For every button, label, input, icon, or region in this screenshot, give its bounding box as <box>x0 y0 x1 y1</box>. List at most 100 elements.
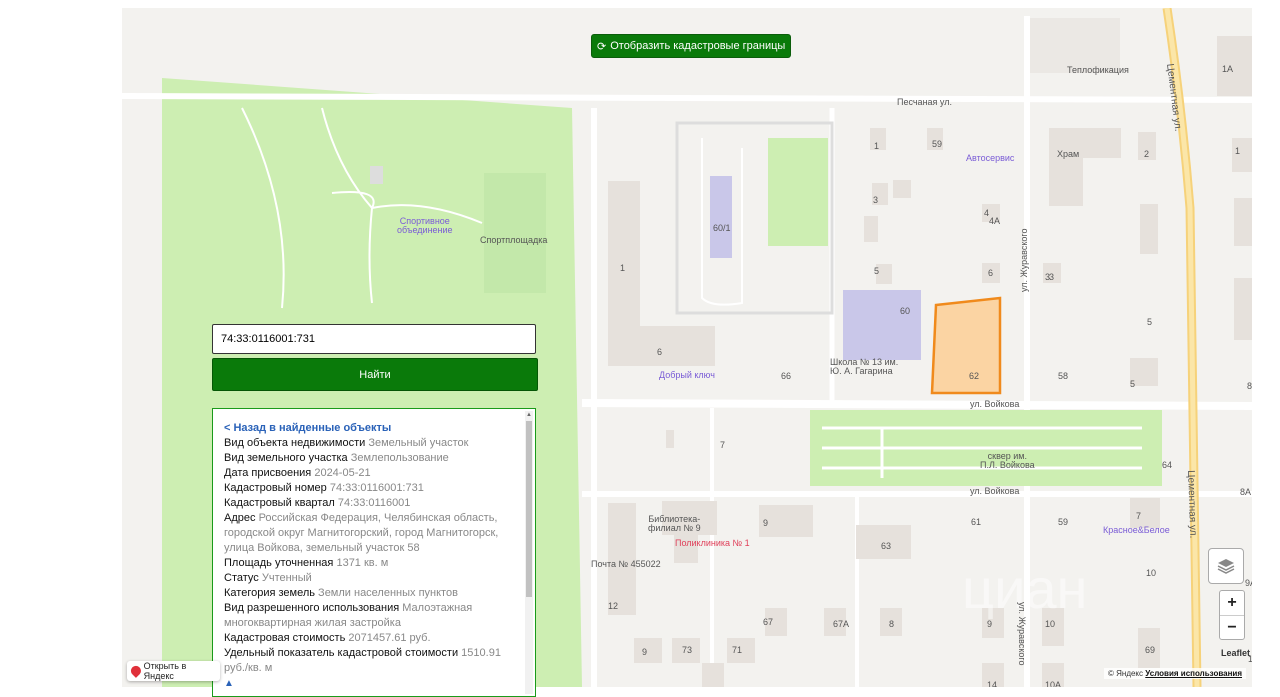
house-number: 60/1 <box>713 223 731 233</box>
cadastral-search-input[interactable] <box>212 324 536 354</box>
house-number: 12 <box>608 601 619 611</box>
detail-value: Российская Федерация, Челябинская област… <box>224 512 499 554</box>
zoom-out-button[interactable]: − <box>1220 615 1244 640</box>
detail-key: Вид земельного участка <box>224 452 348 464</box>
detail-value: Земли населенных пунктов <box>318 587 458 599</box>
house-number: 8A <box>1240 487 1252 497</box>
scroll-up-icon[interactable]: ▲ <box>525 411 533 419</box>
zoom-control: + − <box>1219 590 1245 640</box>
detail-key: Кадастровая стоимость <box>224 632 346 644</box>
house-number: 59 <box>1058 517 1069 527</box>
detail-key: Адрес <box>224 512 256 524</box>
detail-value: 1371 кв. м <box>336 557 389 569</box>
layers-icon <box>1217 559 1235 574</box>
house-number: 5 <box>1147 317 1153 327</box>
details-list: Вид объекта недвижимости Земельный участ… <box>224 436 516 676</box>
poi-shop-label[interactable]: Красное&Белое <box>1103 525 1170 535</box>
open-in-yandex-label: Открыть в Яндекс <box>143 661 187 681</box>
detail-key: Категория земель <box>224 587 315 599</box>
house-number: 63 <box>881 541 892 551</box>
detail-value: Учтенный <box>261 572 312 584</box>
find-button[interactable]: Найти <box>212 358 538 391</box>
poi-clinic-label[interactable]: Поликлиника № 1 <box>675 538 750 548</box>
house-number: 10 <box>1146 568 1157 578</box>
poi-sport-union-label[interactable]: Спортивное объединение <box>397 217 453 235</box>
park-label: сквер им. П.Л. Войкова <box>980 451 1035 470</box>
house-number: 62 <box>969 371 980 381</box>
detail-row: Категория земель Земли населенных пункто… <box>224 586 516 601</box>
collapse-icon[interactable]: ▲ <box>224 676 516 691</box>
map-attribution: © Яндекс Условия использования <box>1104 668 1247 679</box>
detail-value: 2071457.61 руб. <box>348 632 431 644</box>
back-to-results-link[interactable]: < Назад в найденные объекты <box>224 421 516 436</box>
house-number: 8 <box>1247 381 1252 391</box>
poi-school-label: Школа № 13 им. Ю. А. Гагарина <box>830 357 899 376</box>
detail-key: Удельный показатель кадастровой стоимост… <box>224 647 459 659</box>
detail-key: Дата присвоения <box>224 467 312 479</box>
poi-temple-label: Храм <box>1057 149 1080 159</box>
detail-key: Кадастровый номер <box>224 482 327 494</box>
house-number: 73 <box>682 645 693 655</box>
detail-key: Вид объекта недвижимости <box>224 437 366 449</box>
detail-row: Кадастровый квартал 74:33:0116001 <box>224 496 516 511</box>
house-number: 4A <box>989 216 1001 226</box>
panel-scrollbar[interactable]: ▲ <box>525 411 533 694</box>
poi-label[interactable]: Добрый ключ <box>659 370 715 380</box>
house-number: 7 <box>1136 511 1142 521</box>
house-number: 67A <box>833 619 850 629</box>
detail-value: Земельный участок <box>368 437 469 449</box>
layers-button[interactable] <box>1208 548 1244 584</box>
open-in-yandex-button[interactable]: Открыть в Яндекс <box>127 661 220 681</box>
detail-row: Адрес Российская Федерация, Челябинская … <box>224 511 516 556</box>
detail-row: Кадастровый номер 74:33:0116001:731 <box>224 481 516 496</box>
street-label: ул. Журавского <box>1019 228 1029 293</box>
detail-key: Площадь уточненная <box>224 557 334 569</box>
house-number: 67 <box>763 617 774 627</box>
house-number: 69 <box>1145 645 1156 655</box>
detail-row: Дата присвоения 2024-05-21 <box>224 466 516 481</box>
house-number: 59 <box>932 139 943 149</box>
leaflet-attribution[interactable]: Leaflet <box>1221 648 1250 658</box>
poi-label: Теплофикация <box>1067 65 1129 75</box>
refresh-icon: ⟳ <box>597 40 607 53</box>
detail-key: Статус <box>224 572 259 584</box>
attribution-text: © Яндекс <box>1108 669 1144 678</box>
detail-value: 2024-05-21 <box>314 467 371 479</box>
map-pin-icon <box>128 664 143 678</box>
detail-row: Удельный показатель кадастровой стоимост… <box>224 646 516 676</box>
house-number: 64 <box>1162 460 1173 470</box>
house-number: 9 <box>763 518 769 528</box>
terms-link[interactable]: Условия использования <box>1145 669 1242 678</box>
object-details-panel: < Назад в найденные объекты Вид объекта … <box>212 408 536 697</box>
detail-value: 74:33:0116001 <box>337 497 411 509</box>
house-number: 10 <box>1045 619 1056 629</box>
house-number: 3 <box>1045 272 1051 282</box>
house-number: 66 <box>781 371 792 381</box>
detail-row: Статус Учтенный <box>224 571 516 586</box>
street-label: ул. Войкова <box>970 399 1020 409</box>
detail-key: Вид разрешенного использования <box>224 602 400 614</box>
show-cadastral-boundaries-button[interactable]: ⟳ Отобразить кадастровые границы <box>591 34 792 58</box>
poi-autoservice-label[interactable]: Автосервис <box>966 153 1014 163</box>
street-label: ул. Войкова <box>970 486 1020 496</box>
house-number: 1 <box>620 263 626 273</box>
street-label: ул. Журавского <box>1017 602 1027 666</box>
poi-sportground-label: Спортплощадка <box>480 235 548 245</box>
detail-row: Вид объекта недвижимости Земельный участ… <box>224 436 516 451</box>
detail-row: Вид разрешенного использования Малоэтажн… <box>224 601 516 631</box>
street-label: Цементная ул. <box>1185 470 1199 539</box>
detail-value: 74:33:0116001:731 <box>329 482 424 494</box>
house-number: 8 <box>889 619 895 629</box>
zoom-in-button[interactable]: + <box>1220 591 1244 615</box>
detail-row: Вид земельного участка Землепользование <box>224 451 516 466</box>
house-number: 9A <box>1245 578 1252 588</box>
house-number: 5 <box>874 266 880 276</box>
house-number: 6 <box>657 347 663 357</box>
scrollbar-thumb[interactable] <box>526 421 532 597</box>
house-number: 5 <box>1130 379 1136 389</box>
house-number: 3 <box>873 195 879 205</box>
house-number: 9 <box>987 619 993 629</box>
house-number: 71 <box>732 645 743 655</box>
house-number: 10A <box>1045 680 1062 687</box>
house-number: 1 <box>874 141 880 151</box>
